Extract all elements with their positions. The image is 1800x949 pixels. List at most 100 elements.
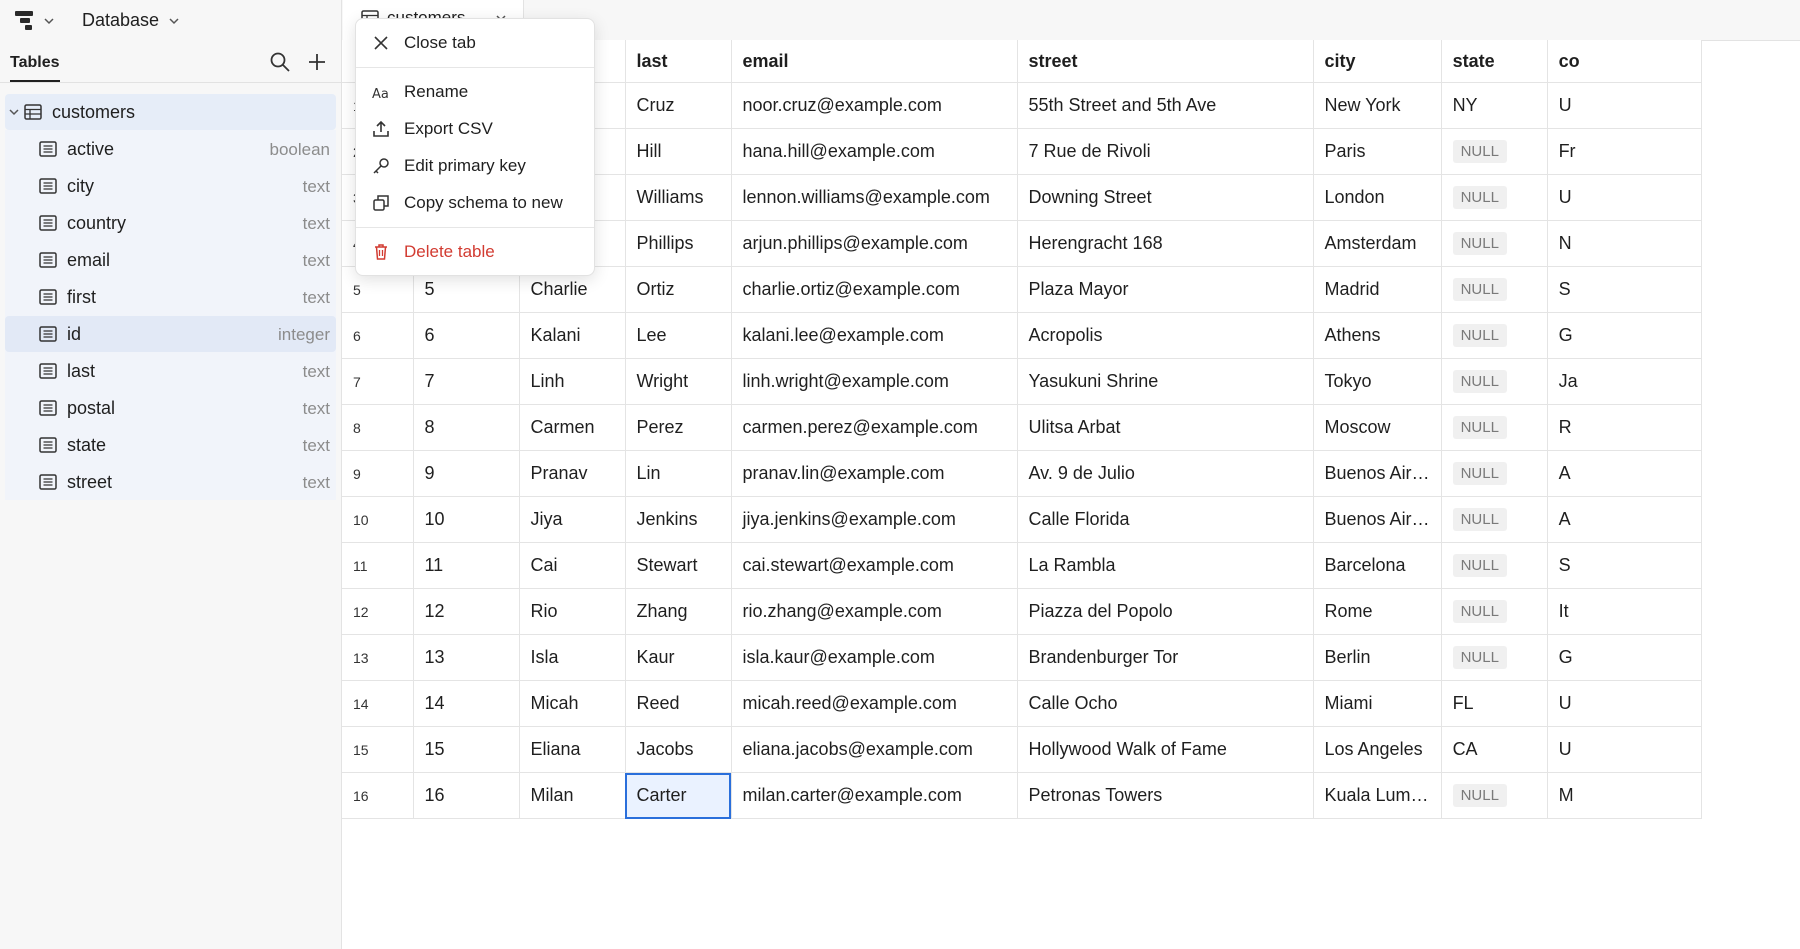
row-number[interactable]: 8	[342, 404, 414, 451]
grid-cell[interactable]: 11	[413, 542, 520, 589]
grid-cell[interactable]: 15	[413, 726, 520, 773]
grid-cell[interactable]: milan.carter@example.com	[731, 772, 1018, 819]
grid-cell[interactable]: Reed	[625, 680, 732, 727]
grid-cell[interactable]: Amsterdam	[1313, 220, 1442, 267]
menu-item-export-csv[interactable]: Export CSV	[356, 111, 594, 147]
grid-cell[interactable]: New York	[1313, 82, 1442, 129]
grid-cell[interactable]: Hollywood Walk of Fame	[1017, 726, 1314, 773]
grid-cell[interactable]: 12	[413, 588, 520, 635]
row-number[interactable]: 12	[342, 588, 414, 635]
grid-cell[interactable]: A	[1547, 450, 1702, 497]
grid-cell[interactable]: NULL	[1441, 542, 1548, 589]
grid-cell[interactable]: NULL	[1441, 312, 1548, 359]
grid-cell[interactable]: Berlin	[1313, 634, 1442, 681]
grid-cell[interactable]: Micah	[519, 680, 626, 727]
grid-cell[interactable]: 6	[413, 312, 520, 359]
menu-item-copy-schema[interactable]: Copy schema to new	[356, 185, 594, 221]
grid-cell[interactable]: 14	[413, 680, 520, 727]
grid-cell[interactable]: NULL	[1441, 358, 1548, 405]
grid-cell[interactable]: lennon.williams@example.com	[731, 174, 1018, 221]
grid-cell[interactable]: kalani.lee@example.com	[731, 312, 1018, 359]
column-header[interactable]: last	[625, 40, 732, 83]
grid-cell[interactable]: Kaur	[625, 634, 732, 681]
grid-cell[interactable]: Ja	[1547, 358, 1702, 405]
row-number[interactable]: 15	[342, 726, 414, 773]
grid-cell[interactable]: NULL	[1441, 496, 1548, 543]
column-item-email[interactable]: email text	[5, 242, 336, 278]
row-number[interactable]: 7	[342, 358, 414, 405]
grid-cell[interactable]: Ulitsa Arbat	[1017, 404, 1314, 451]
column-item-last[interactable]: last text	[5, 353, 336, 389]
grid-cell[interactable]: Stewart	[625, 542, 732, 589]
grid-cell[interactable]: Jacobs	[625, 726, 732, 773]
grid-cell[interactable]: Acropolis	[1017, 312, 1314, 359]
grid-cell[interactable]: U	[1547, 726, 1702, 773]
menu-item-close-tab[interactable]: Close tab	[356, 25, 594, 61]
grid-cell[interactable]: S	[1547, 266, 1702, 313]
grid-cell[interactable]: Perez	[625, 404, 732, 451]
grid-cell[interactable]: Zhang	[625, 588, 732, 635]
column-header[interactable]: street	[1017, 40, 1314, 83]
grid-cell[interactable]: Rome	[1313, 588, 1442, 635]
grid-cell[interactable]: Pranav	[519, 450, 626, 497]
active-cell[interactable]: Carter	[625, 772, 732, 819]
grid-cell[interactable]: G	[1547, 312, 1702, 359]
grid-cell[interactable]: 7	[413, 358, 520, 405]
column-item-state[interactable]: state text	[5, 427, 336, 463]
grid-cell[interactable]: Fr	[1547, 128, 1702, 175]
grid-cell[interactable]: 8	[413, 404, 520, 451]
grid-cell[interactable]: G	[1547, 634, 1702, 681]
column-item-postal[interactable]: postal text	[5, 390, 336, 426]
grid-cell[interactable]: N	[1547, 220, 1702, 267]
grid-cell[interactable]: It	[1547, 588, 1702, 635]
grid-cell[interactable]: R	[1547, 404, 1702, 451]
grid-cell[interactable]: Carmen	[519, 404, 626, 451]
grid-cell[interactable]: Plaza Mayor	[1017, 266, 1314, 313]
row-number[interactable]: 6	[342, 312, 414, 359]
grid-cell[interactable]: Petronas Towers	[1017, 772, 1314, 819]
grid-cell[interactable]: S	[1547, 542, 1702, 589]
grid-cell[interactable]: Tokyo	[1313, 358, 1442, 405]
grid-cell[interactable]: Hill	[625, 128, 732, 175]
grid-cell[interactable]: eliana.jacobs@example.com	[731, 726, 1018, 773]
column-item-street[interactable]: street text	[5, 464, 336, 500]
grid-cell[interactable]: NULL	[1441, 634, 1548, 681]
grid-cell[interactable]: Herengracht 168	[1017, 220, 1314, 267]
grid-cell[interactable]: NULL	[1441, 220, 1548, 267]
grid-cell[interactable]: Piazza del Popolo	[1017, 588, 1314, 635]
grid-cell[interactable]: Kuala Lum…	[1313, 772, 1442, 819]
grid-cell[interactable]: Milan	[519, 772, 626, 819]
grid-cell[interactable]: Buenos Air…	[1313, 496, 1442, 543]
grid-cell[interactable]: pranav.lin@example.com	[731, 450, 1018, 497]
grid-cell[interactable]: NULL	[1441, 588, 1548, 635]
grid-cell[interactable]: 10	[413, 496, 520, 543]
row-number[interactable]: 14	[342, 680, 414, 727]
grid-cell[interactable]: Athens	[1313, 312, 1442, 359]
grid-cell[interactable]: Linh	[519, 358, 626, 405]
column-header[interactable]: co	[1547, 40, 1702, 83]
grid-cell[interactable]: Madrid	[1313, 266, 1442, 313]
grid-cell[interactable]: 16	[413, 772, 520, 819]
grid-cell[interactable]: rio.zhang@example.com	[731, 588, 1018, 635]
grid-cell[interactable]: Downing Street	[1017, 174, 1314, 221]
grid-cell[interactable]: U	[1547, 174, 1702, 221]
grid-cell[interactable]: U	[1547, 82, 1702, 129]
grid-cell[interactable]: NULL	[1441, 128, 1548, 175]
grid-cell[interactable]: micah.reed@example.com	[731, 680, 1018, 727]
grid-cell[interactable]: carmen.perez@example.com	[731, 404, 1018, 451]
grid-cell[interactable]: Wright	[625, 358, 732, 405]
column-header[interactable]: state	[1441, 40, 1548, 83]
grid-cell[interactable]: arjun.phillips@example.com	[731, 220, 1018, 267]
grid-cell[interactable]: cai.stewart@example.com	[731, 542, 1018, 589]
grid-cell[interactable]: Yasukuni Shrine	[1017, 358, 1314, 405]
grid-cell[interactable]: M	[1547, 772, 1702, 819]
row-number[interactable]: 9	[342, 450, 414, 497]
grid-cell[interactable]: NULL	[1441, 404, 1548, 451]
grid-cell[interactable]: NULL	[1441, 174, 1548, 221]
grid-cell[interactable]: NULL	[1441, 772, 1548, 819]
column-item-id[interactable]: id integer	[5, 316, 336, 352]
grid-cell[interactable]: jiya.jenkins@example.com	[731, 496, 1018, 543]
grid-cell[interactable]: NULL	[1441, 266, 1548, 313]
grid-cell[interactable]: Miami	[1313, 680, 1442, 727]
row-number[interactable]: 11	[342, 542, 414, 589]
